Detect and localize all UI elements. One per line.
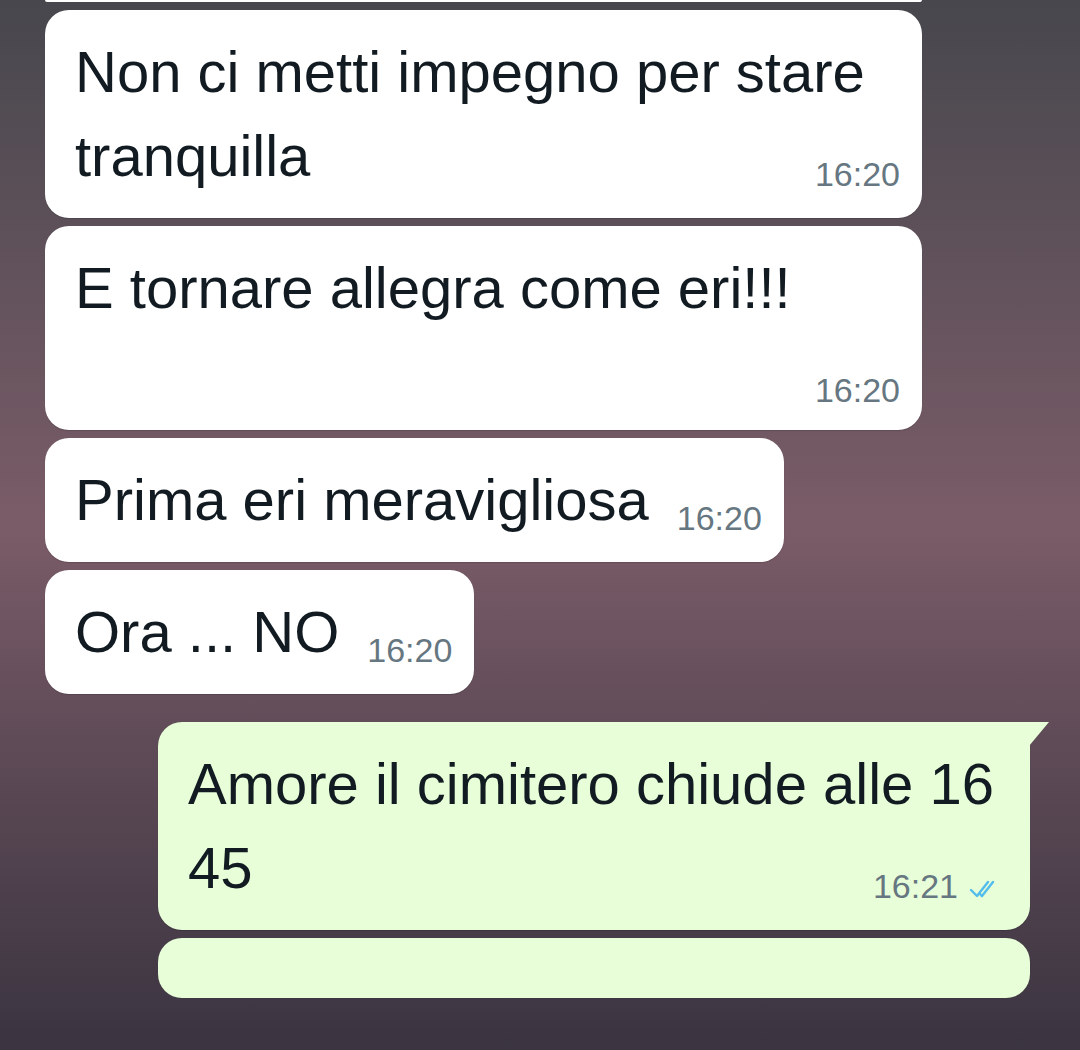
incoming-bubble[interactable]: Ora ... NO 16:20 <box>45 570 474 694</box>
message-time: 16:20 <box>815 154 900 194</box>
incoming-message-row: Non ci metti impegno per stare tranquill… <box>45 10 1030 218</box>
bubble-tail-icon <box>1029 722 1049 746</box>
message-text: E tornare allegra come eri!!! <box>75 255 791 320</box>
message-time: 16:20 <box>677 498 762 538</box>
next-message-row <box>45 938 1030 998</box>
message-text: Non ci metti impegno per stare tranquill… <box>75 39 865 188</box>
incoming-bubble[interactable]: Non ci metti impegno per stare tranquill… <box>45 10 922 218</box>
incoming-message-row: E tornare allegra come eri!!! 16:20 <box>45 226 1030 430</box>
message-time: 16:20 <box>367 630 452 670</box>
outgoing-message-row: Amore il cimitero chiude alle 16 4516:21 <box>45 722 1030 930</box>
previous-bubble <box>45 0 922 2</box>
chat-screen: Non ci metti impegno per stare tranquill… <box>0 0 1080 1050</box>
message-text: Ora ... NO <box>75 599 339 664</box>
incoming-bubble[interactable]: Prima eri meravigliosa 16:20 <box>45 438 784 562</box>
incoming-message-row: Ora ... NO 16:20 <box>45 570 1030 694</box>
next-bubble <box>158 938 1030 998</box>
message-text: Prima eri meravigliosa <box>75 467 649 532</box>
incoming-message-row: Prima eri meravigliosa 16:20 <box>45 438 1030 562</box>
message-time: 16:20 <box>815 370 900 410</box>
double-check-icon <box>968 877 1004 901</box>
outgoing-bubble[interactable]: Amore il cimitero chiude alle 16 4516:21 <box>158 722 1030 930</box>
message-list: Non ci metti impegno per stare tranquill… <box>0 0 1080 998</box>
incoming-bubble[interactable]: E tornare allegra come eri!!! 16:20 <box>45 226 922 430</box>
message-time: 16:21 <box>873 866 1004 906</box>
